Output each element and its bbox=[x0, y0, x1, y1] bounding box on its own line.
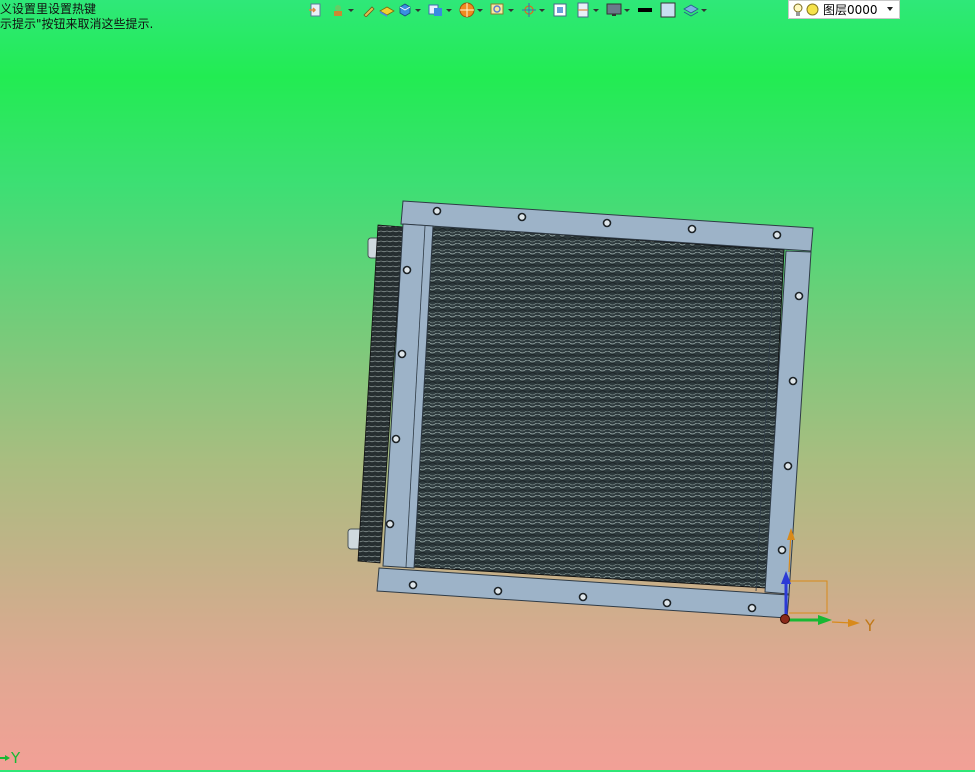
heat-exchanger-model[interactable] bbox=[347, 200, 814, 619]
coordinate-triad[interactable]: Y bbox=[780, 528, 876, 635]
corner-axis-indicator: Y bbox=[0, 748, 30, 768]
triad-y-label: Y bbox=[864, 616, 875, 635]
graphics-viewport[interactable]: Y bbox=[0, 0, 975, 770]
fin-core bbox=[413, 225, 785, 589]
corner-axis-y-label: Y bbox=[10, 749, 21, 767]
